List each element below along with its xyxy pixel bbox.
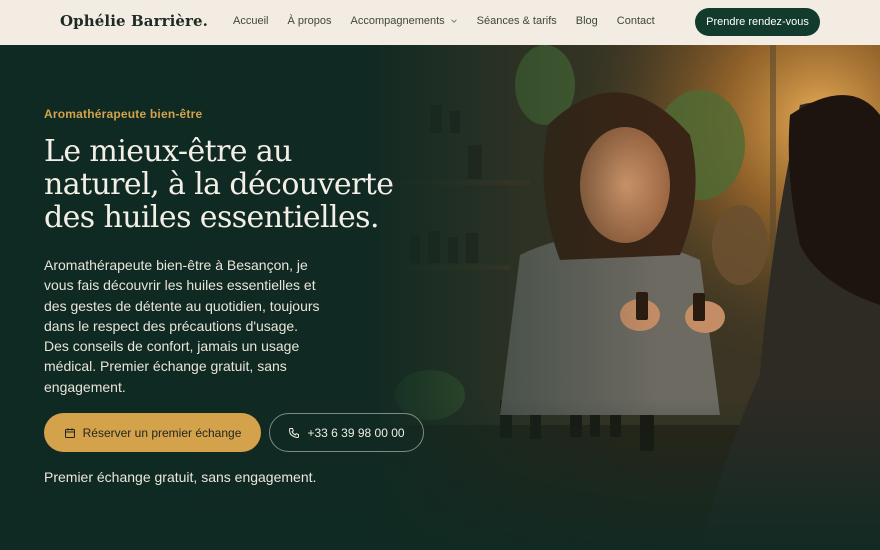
brand-logo[interactable]: Ophélie Barrière. — [60, 12, 208, 30]
nav-item-seances-tarifs[interactable]: Séances & tarifs — [477, 15, 557, 27]
hero-description: Aromathérapeute bien-être à Besançon, je… — [44, 257, 320, 395]
button-label: +33 6 39 98 00 00 — [307, 425, 405, 440]
nav-item-label: Contact — [616, 15, 655, 27]
nav-item-label: Accompagnements — [350, 15, 445, 27]
nav-item-blog[interactable]: Blog — [576, 15, 598, 27]
site-header: Ophélie Barrière. Accueil À propos Accom… — [0, 0, 880, 45]
calendar-icon — [64, 427, 75, 438]
nav-item-contact[interactable]: Contact — [617, 15, 655, 27]
hero-section: Aromathérapeute bien-être Le mieux-être … — [0, 45, 880, 550]
phone-call-button[interactable]: +33 6 39 98 00 00 — [269, 413, 424, 452]
nav-item-accueil[interactable]: Accueil — [233, 15, 268, 27]
hero-headline: Le mieux-être au naturel, à la découvert… — [44, 134, 394, 235]
nav-item-label: Blog — [575, 15, 598, 27]
button-label: Réserver un premier échange — [82, 425, 242, 440]
book-first-exchange-button[interactable]: Réserver un premier échange — [44, 413, 261, 452]
phone-icon — [289, 427, 300, 438]
chevron-down-icon — [450, 19, 457, 23]
nav-item-a-propos[interactable]: À propos — [287, 15, 331, 27]
nav-item-accompagnements[interactable]: Accompagnements — [351, 15, 458, 27]
main-nav: Accueil À propos Accompagnements Séances… — [233, 15, 674, 27]
nav-item-label: Séances & tarifs — [476, 15, 557, 27]
nav-item-label: À propos — [287, 15, 332, 27]
book-appointment-button[interactable]: Prendre rendez-vous — [695, 8, 820, 36]
hero-eyebrow: Aromathérapeute bien-être — [44, 107, 203, 121]
hero-note: Premier échange gratuit, sans engagement… — [44, 469, 317, 485]
nav-item-label: Accueil — [233, 15, 269, 27]
